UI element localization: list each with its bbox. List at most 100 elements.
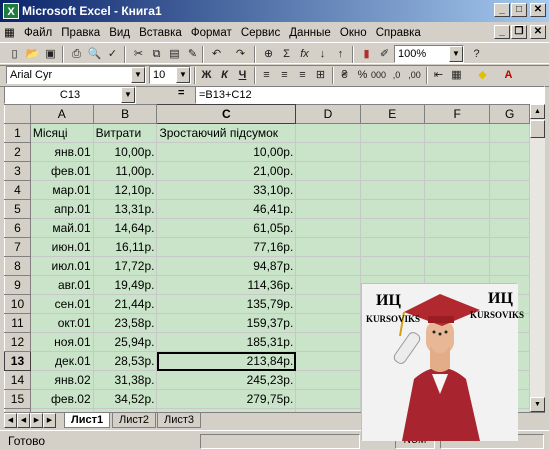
cell-empty[interactable] <box>295 256 361 276</box>
cell-month[interactable]: окт.01 <box>29 313 94 333</box>
row-header[interactable]: 6 <box>4 218 31 238</box>
cell-month[interactable]: авг.01 <box>29 275 94 295</box>
cell-running-total[interactable]: 114,36р. <box>156 275 297 295</box>
cell-empty[interactable] <box>423 161 491 181</box>
autosum-icon[interactable]: Σ <box>278 46 295 63</box>
new-icon[interactable]: ▯ <box>6 46 23 63</box>
next-sheet-icon[interactable]: ▶ <box>30 413 43 428</box>
menu-file[interactable]: Файл <box>21 24 55 39</box>
cell-empty[interactable] <box>359 237 425 257</box>
scroll-thumb[interactable] <box>530 120 545 138</box>
print-icon[interactable]: ⎙ <box>68 46 85 63</box>
cell-empty[interactable] <box>359 256 425 276</box>
column-header[interactable]: D <box>295 104 361 124</box>
row-header[interactable]: 7 <box>4 237 31 257</box>
cell-running-total[interactable]: 21,00р. <box>156 161 297 181</box>
row-header[interactable]: 15 <box>4 389 31 409</box>
cell-expenses[interactable]: 16,11р. <box>92 237 158 257</box>
cell-running-total[interactable]: 245,23р. <box>156 370 297 390</box>
cell-month[interactable]: янв.01 <box>29 142 94 162</box>
copy-icon[interactable]: ⧉ <box>148 46 165 63</box>
help-icon[interactable]: ? <box>468 46 485 63</box>
prev-sheet-icon[interactable]: ◀ <box>17 413 30 428</box>
menu-data[interactable]: Данные <box>286 24 334 39</box>
row-header[interactable]: 14 <box>4 370 31 390</box>
cell-empty[interactable] <box>295 313 361 333</box>
cell-expenses[interactable]: 13,31р. <box>92 199 158 219</box>
cell-expenses[interactable]: 17,72р. <box>92 256 158 276</box>
cell-month[interactable]: сен.01 <box>29 294 94 314</box>
column-header[interactable]: B <box>92 104 158 124</box>
cell-running-total[interactable]: 135,79р. <box>156 294 297 314</box>
cell-empty[interactable] <box>295 332 361 352</box>
cell-empty[interactable] <box>295 275 361 295</box>
cell-expenses[interactable]: Витрати <box>92 123 158 143</box>
cell-expenses[interactable]: 25,94р. <box>92 332 158 352</box>
italic-button[interactable]: К <box>216 67 233 84</box>
cell-empty[interactable] <box>295 294 361 314</box>
cell-month[interactable]: май.01 <box>29 218 94 238</box>
doc-icon[interactable]: ▦ <box>0 22 18 39</box>
cell-month[interactable]: янв.02 <box>29 370 94 390</box>
cell-expenses[interactable]: 14,64р. <box>92 218 158 238</box>
menu-help[interactable]: Справка <box>373 24 424 39</box>
column-header[interactable]: E <box>359 104 425 124</box>
cell-empty[interactable] <box>295 389 361 409</box>
column-header[interactable]: C <box>156 104 297 124</box>
cell-expenses[interactable]: 19,49р. <box>92 275 158 295</box>
save-icon[interactable]: ▣ <box>42 46 59 63</box>
column-header[interactable]: G <box>489 104 530 124</box>
cell-empty[interactable] <box>489 142 530 162</box>
cell-expenses[interactable]: 21,44р. <box>92 294 158 314</box>
column-header[interactable]: F <box>423 104 491 124</box>
function-icon[interactable]: fx <box>296 46 313 63</box>
cell-empty[interactable] <box>423 256 491 276</box>
cell-running-total[interactable]: 46,41р. <box>156 199 297 219</box>
chevron-down-icon[interactable]: ▼ <box>131 67 145 83</box>
cell-empty[interactable] <box>295 199 361 219</box>
menu-insert[interactable]: Вставка <box>136 24 185 39</box>
cell-empty[interactable] <box>423 123 491 143</box>
underline-button[interactable]: Ч <box>234 67 251 84</box>
cell-running-total[interactable]: Зростаючий підсумок <box>156 123 297 143</box>
cell-empty[interactable] <box>423 142 491 162</box>
cell-running-total[interactable]: 185,31р. <box>156 332 297 352</box>
cell-empty[interactable] <box>295 161 361 181</box>
excel-app-icon[interactable]: X <box>3 3 19 19</box>
row-header[interactable]: 13 <box>4 351 31 371</box>
cell-running-total[interactable]: 213,84р. <box>156 351 297 371</box>
sort-asc-icon[interactable]: ↓ <box>314 46 331 63</box>
increase-decimal-icon[interactable]: ,0 <box>388 67 405 84</box>
cell-month[interactable]: июл.01 <box>29 256 94 276</box>
cell-expenses[interactable]: 34,52р. <box>92 389 158 409</box>
menu-view[interactable]: Вид <box>106 24 133 39</box>
select-all-corner[interactable] <box>4 104 31 124</box>
cut-icon[interactable]: ✂ <box>130 46 147 63</box>
menu-format[interactable]: Формат <box>188 24 235 39</box>
cell-empty[interactable] <box>423 180 491 200</box>
hyperlink-icon[interactable]: ⊕ <box>260 46 277 63</box>
last-sheet-icon[interactable]: ▶ <box>43 413 56 428</box>
menu-edit[interactable]: Правка <box>58 24 103 39</box>
cell-month[interactable]: дек.01 <box>29 351 94 371</box>
sheet-tab[interactable]: Лист3 <box>157 413 202 428</box>
doc-restore-button[interactable]: ❐ <box>511 25 527 39</box>
undo-icon[interactable]: ↶ <box>208 46 225 63</box>
cell-empty[interactable] <box>489 161 530 181</box>
cell-month[interactable]: Місяці <box>29 123 94 143</box>
decrease-decimal-icon[interactable]: ,00 <box>406 67 423 84</box>
maximize-button[interactable]: □ <box>511 3 527 17</box>
chart-wizard-icon[interactable]: ▮ <box>358 46 375 63</box>
row-header[interactable]: 12 <box>4 332 31 352</box>
cell-empty[interactable] <box>359 123 425 143</box>
cell-empty[interactable] <box>359 199 425 219</box>
redo-icon[interactable]: ↷ <box>232 46 249 63</box>
row-header[interactable]: 9 <box>4 275 31 295</box>
cell-empty[interactable] <box>489 256 530 276</box>
menu-window[interactable]: Окно <box>337 24 370 39</box>
row-header[interactable]: 5 <box>4 199 31 219</box>
minimize-button[interactable]: _ <box>494 3 510 17</box>
cell-running-total[interactable]: 61,05р. <box>156 218 297 238</box>
zoom-select[interactable]: 100% ▼ <box>394 45 464 63</box>
cell-empty[interactable] <box>359 218 425 238</box>
